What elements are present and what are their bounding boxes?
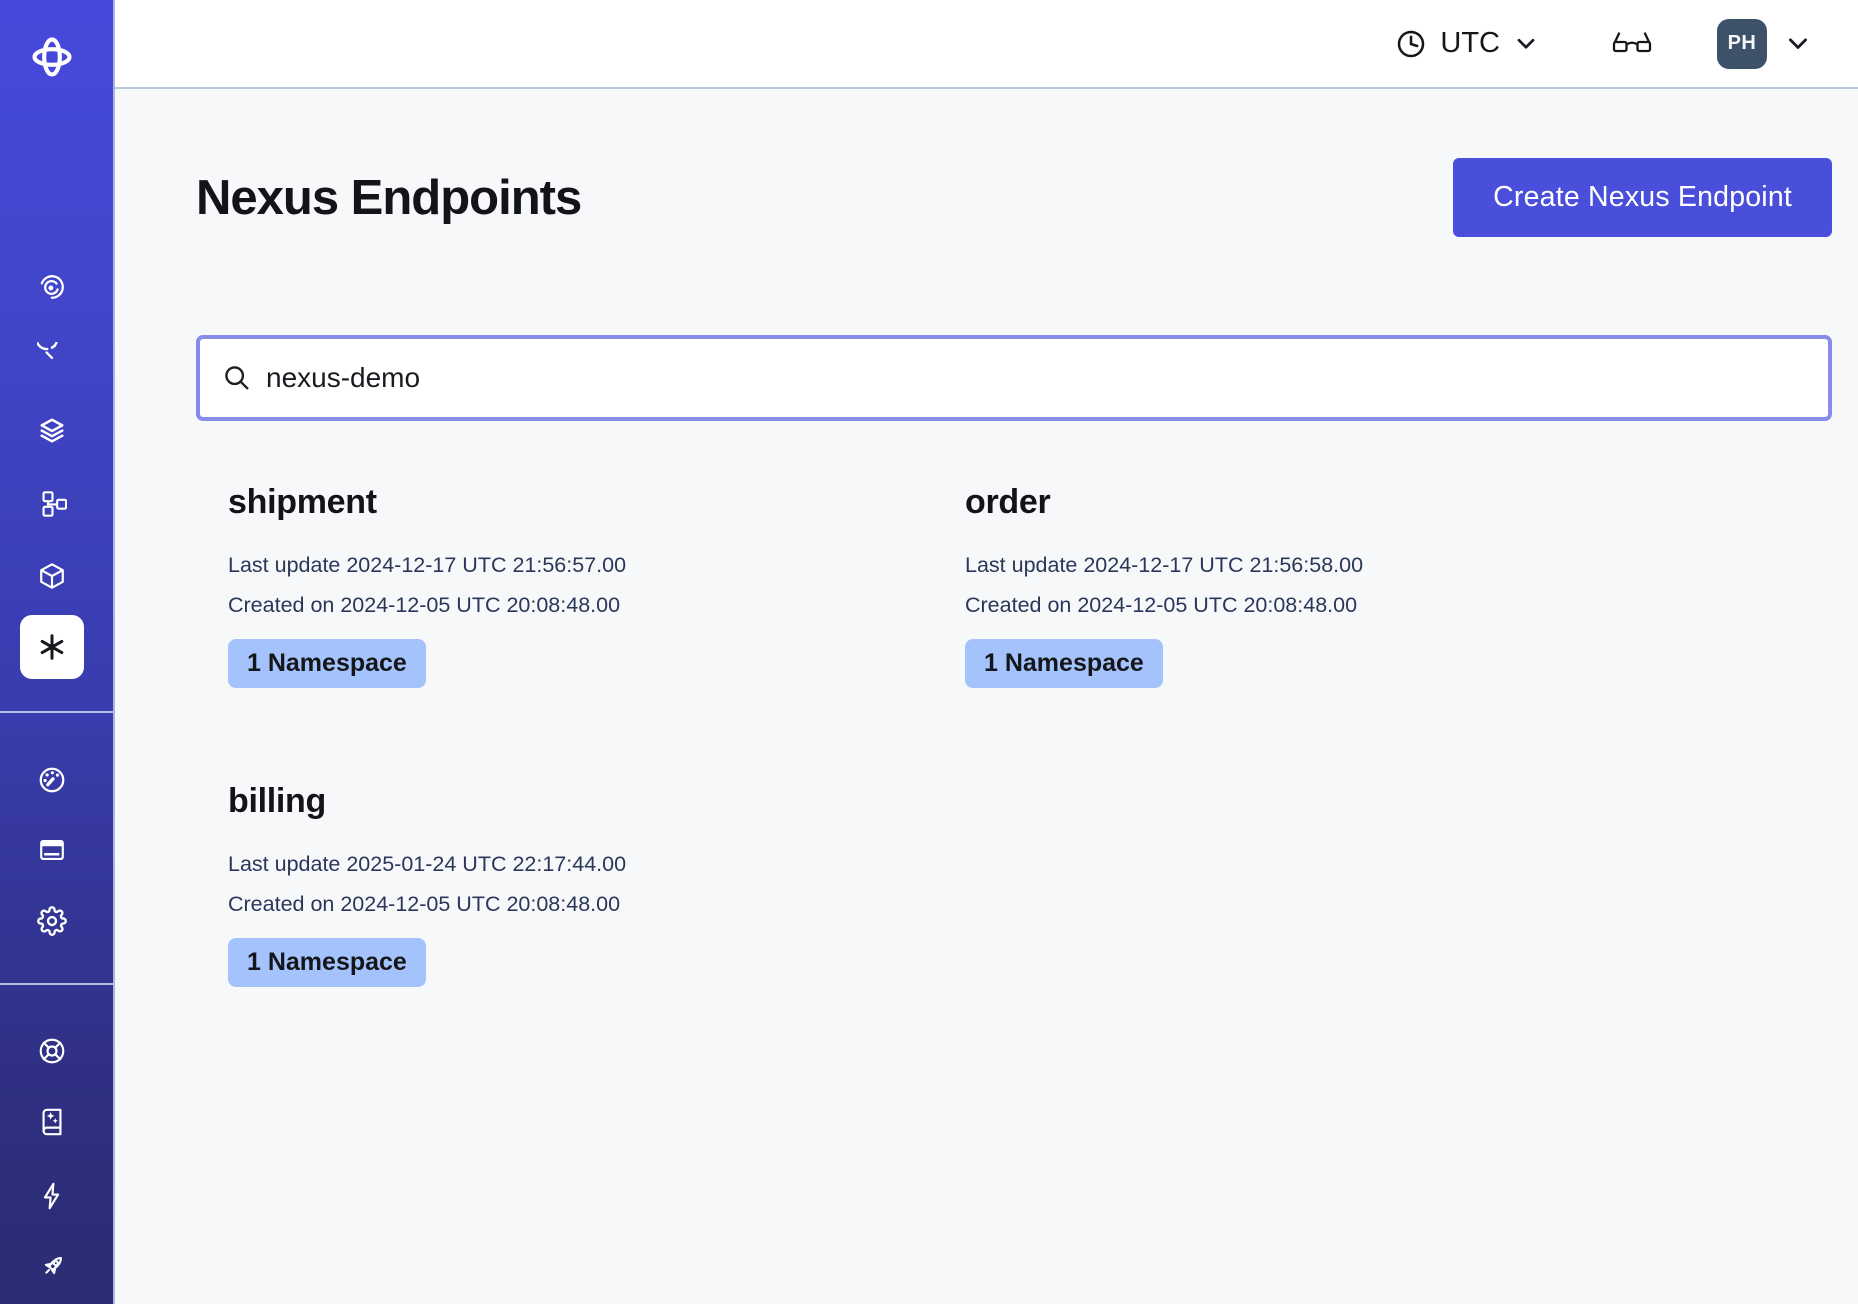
labs-glasses-button[interactable] xyxy=(1611,27,1653,61)
sidebar-item-docs[interactable] xyxy=(20,1090,84,1154)
namespaces-window-icon xyxy=(37,835,67,865)
endpoint-last-update: Last update 2025-01-24 UTC 22:17:44.00 xyxy=(228,844,965,884)
archival-cube-icon xyxy=(37,561,67,591)
sidebar-item-settings[interactable] xyxy=(20,889,84,953)
workflows-icon xyxy=(37,272,67,302)
sidebar-item-deployments[interactable] xyxy=(20,472,84,536)
endpoint-grid: shipment Last update 2024-12-17 UTC 21:5… xyxy=(228,483,1832,987)
endpoint-card-billing[interactable]: billing Last update 2025-01-24 UTC 22:17… xyxy=(228,782,965,987)
endpoint-card-shipment[interactable]: shipment Last update 2024-12-17 UTC 21:5… xyxy=(228,483,965,688)
account-menu[interactable]: PH xyxy=(1717,19,1812,69)
sidebar-item-nexus[interactable] xyxy=(20,615,84,679)
main-content: Nexus Endpoints Create Nexus Endpoint sh… xyxy=(115,91,1858,1304)
deployments-graph-icon xyxy=(37,489,67,519)
schedules-timer-icon xyxy=(37,342,67,372)
topbar: UTC PH xyxy=(115,0,1858,89)
endpoint-created-on: Created on 2024-12-05 UTC 20:08:48.00 xyxy=(228,585,965,625)
create-nexus-endpoint-button[interactable]: Create Nexus Endpoint xyxy=(1453,158,1832,237)
docs-book-icon xyxy=(37,1107,67,1137)
sidebar-item-getting-started[interactable] xyxy=(20,1235,84,1299)
usage-gauge-icon xyxy=(37,765,67,795)
endpoint-last-update: Last update 2024-12-17 UTC 21:56:57.00 xyxy=(228,545,965,585)
sidebar-item-archival[interactable] xyxy=(20,544,84,608)
search-box xyxy=(196,335,1832,421)
avatar: PH xyxy=(1717,19,1767,69)
sidebar xyxy=(0,0,115,1304)
page-header: Nexus Endpoints Create Nexus Endpoint xyxy=(196,158,1832,237)
namespace-badge: 1 Namespace xyxy=(965,639,1163,688)
sidebar-item-namespaces[interactable] xyxy=(20,818,84,882)
sidebar-item-workflows[interactable] xyxy=(20,255,84,319)
sidebar-item-support[interactable] xyxy=(20,1019,84,1083)
endpoint-created-on: Created on 2024-12-05 UTC 20:08:48.00 xyxy=(965,585,1702,625)
endpoint-name: billing xyxy=(228,782,965,821)
temporal-logo[interactable] xyxy=(29,34,75,80)
glasses-icon xyxy=(1611,27,1653,61)
search-icon xyxy=(222,363,252,393)
search-input[interactable] xyxy=(266,362,1806,394)
feedback-lightning-icon xyxy=(37,1181,67,1211)
page-title: Nexus Endpoints xyxy=(196,170,581,226)
endpoint-last-update: Last update 2024-12-17 UTC 21:56:58.00 xyxy=(965,545,1702,585)
batch-layers-icon xyxy=(37,416,67,446)
clock-icon xyxy=(1395,28,1427,60)
settings-gear-icon xyxy=(37,906,67,936)
timezone-label: UTC xyxy=(1440,27,1500,60)
namespace-badge: 1 Namespace xyxy=(228,639,426,688)
endpoint-card-order[interactable]: order Last update 2024-12-17 UTC 21:56:5… xyxy=(965,483,1702,688)
endpoint-created-on: Created on 2024-12-05 UTC 20:08:48.00 xyxy=(228,884,965,924)
sidebar-divider xyxy=(0,983,113,985)
chevron-down-icon xyxy=(1784,30,1812,58)
app-window: UTC PH xyxy=(0,0,1858,1304)
sidebar-item-schedules[interactable] xyxy=(20,325,84,389)
endpoint-name: order xyxy=(965,483,1702,522)
sidebar-item-usage[interactable] xyxy=(20,748,84,812)
sidebar-item-feedback[interactable] xyxy=(20,1164,84,1228)
support-lifebuoy-icon xyxy=(37,1036,67,1066)
sidebar-divider xyxy=(0,711,113,713)
timezone-selector[interactable]: UTC xyxy=(1395,27,1539,60)
getting-started-rocket-icon xyxy=(37,1252,67,1282)
endpoint-name: shipment xyxy=(228,483,965,522)
namespace-badge: 1 Namespace xyxy=(228,938,426,987)
sidebar-item-batch-operations[interactable] xyxy=(20,399,84,463)
chevron-down-icon xyxy=(1513,31,1539,57)
nexus-asterisk-icon xyxy=(36,631,68,663)
